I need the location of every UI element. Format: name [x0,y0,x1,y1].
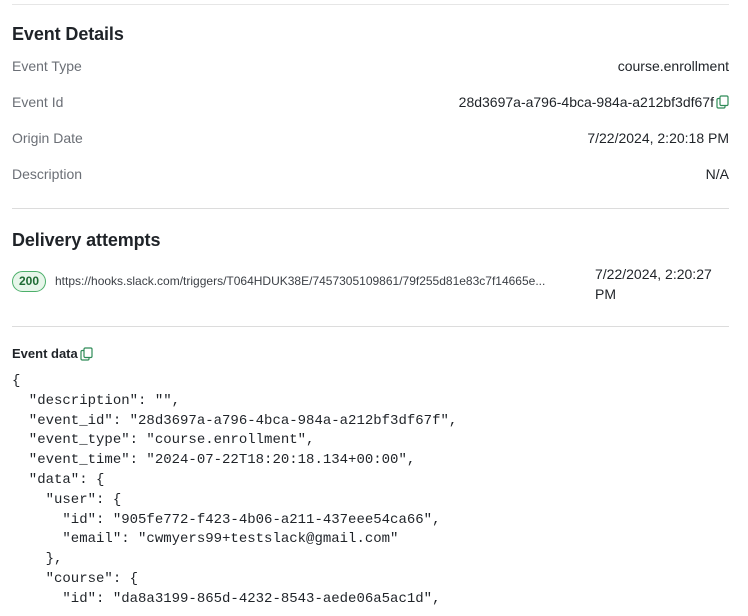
field-origin-date: Origin Date 7/22/2024, 2:20:18 PM [12,128,729,148]
field-value: course.enrollment [617,58,729,74]
event-details-heading: Event Details [12,24,124,44]
status-badge: 200 [12,271,47,292]
event-data-heading: Event data [12,346,78,361]
attempt-date-line1: 7/22/2024, 2:20:27 [595,266,712,282]
field-label: Origin Date [12,130,83,146]
field-label: Description [12,166,83,182]
field-event-type: Event Type course.enrollment [12,56,729,76]
copy-icon[interactable] [716,95,729,109]
field-value: N/A [705,166,729,182]
section-divider [12,208,729,209]
field-label: Event Type [12,58,82,74]
attempt-date: 7/22/2024, 2:20:27 PM [595,264,729,304]
webhook-url[interactable]: https://hooks.slack.com/triggers/T064HDU… [55,274,583,288]
field-label: Event Id [12,94,64,110]
field-event-id: Event Id 28d3697a-a796-4bca-984a-a212bf3… [12,92,729,112]
top-divider [12,4,729,5]
field-description: Description N/A [12,164,729,184]
section-divider [12,326,729,327]
field-value: 28d3697a-a796-4bca-984a-a212bf3df67f [458,94,714,110]
delivery-attempt-row[interactable]: 200 https://hooks.slack.com/triggers/T06… [12,262,729,302]
field-value: 7/22/2024, 2:20:18 PM [587,130,729,146]
copy-icon[interactable] [80,346,93,361]
event-id-value-wrap: 28d3697a-a796-4bca-984a-a212bf3df67f [459,94,729,110]
attempt-date-line2: PM [595,286,616,302]
event-data-json: { "description": "", "event_id": "28d369… [12,373,458,607]
delivery-attempts-heading: Delivery attempts [12,230,161,250]
event-data-heading-row: Event data [12,346,93,361]
